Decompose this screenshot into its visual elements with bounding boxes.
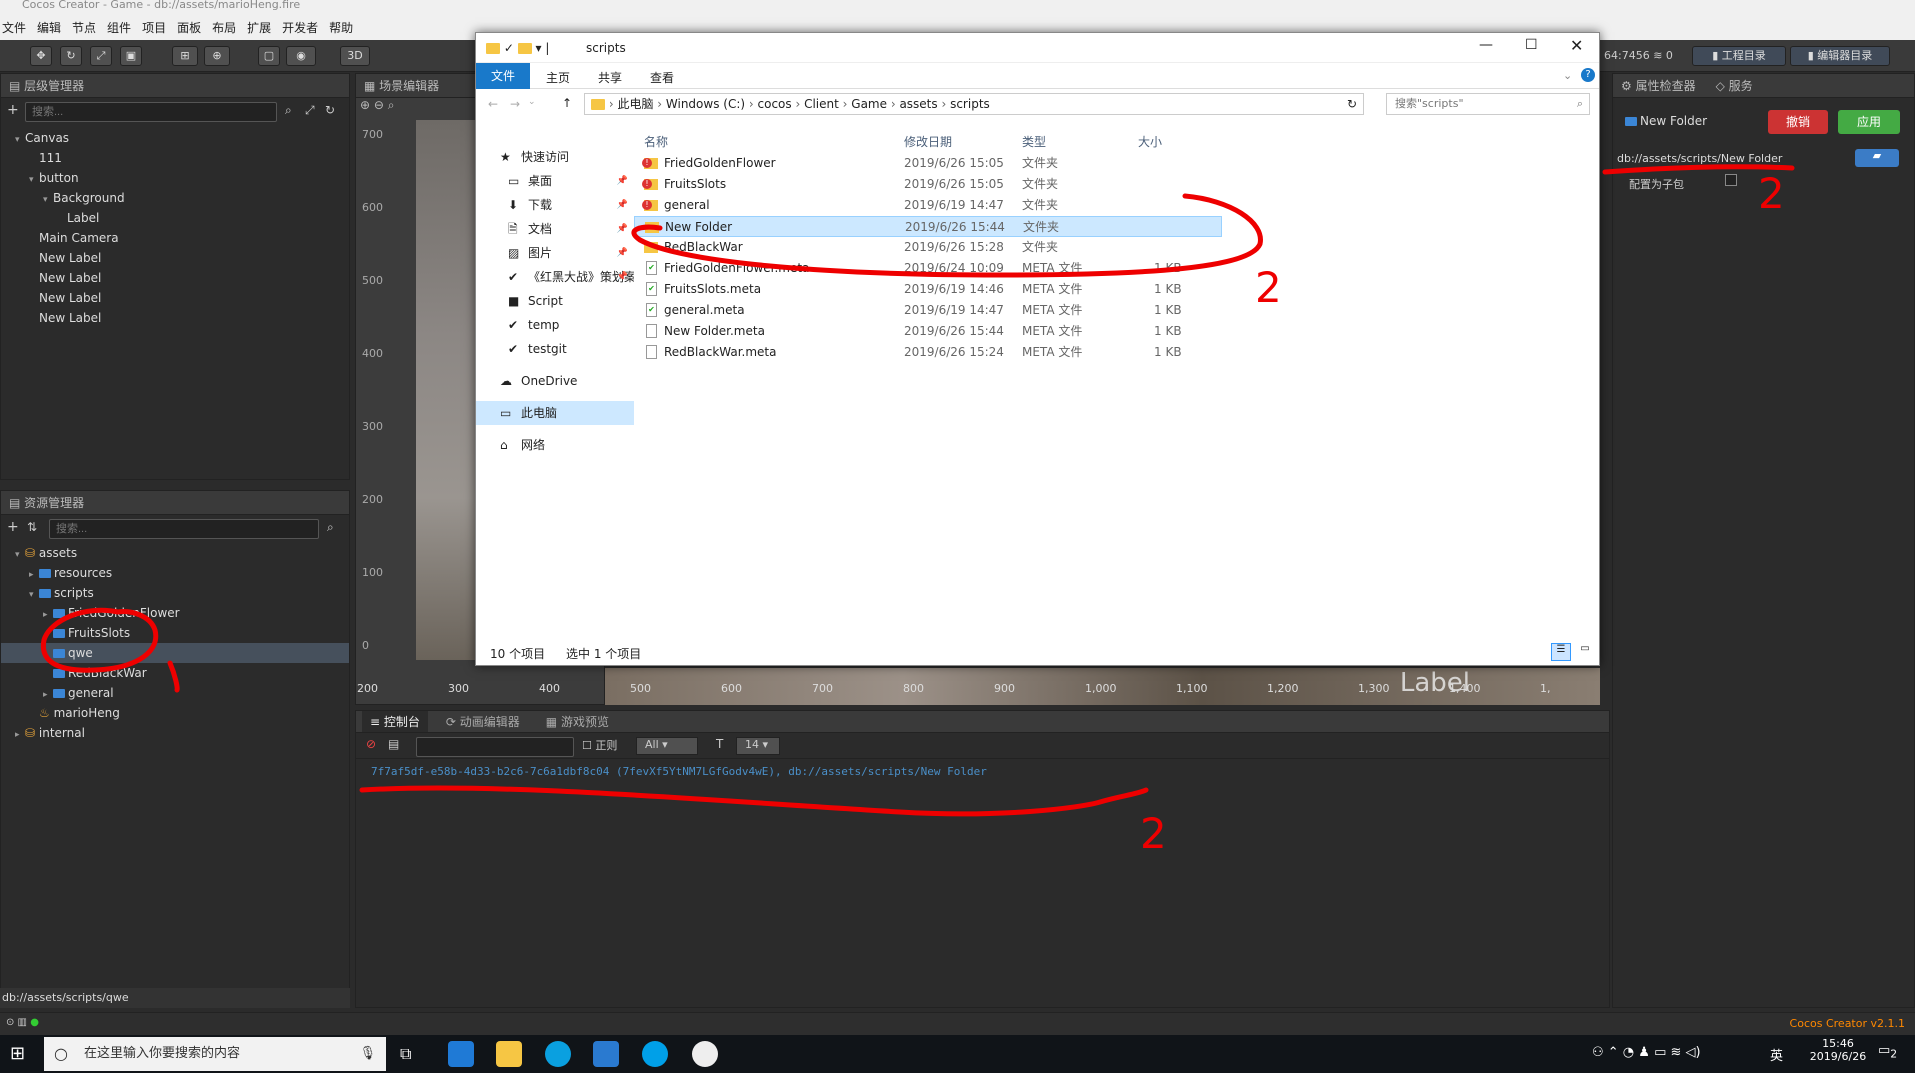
notifications-icon[interactable]: ▭2 <box>1878 1043 1897 1061</box>
task-view-icon[interactable]: ⧉ <box>400 1044 411 1064</box>
windows-taskbar: ⊞ ○ 在这里输入你要搜索的内容 🎙 ⧉ ⚇ ⌃ ◔ ♟ ▭ ≋ ◁) 英 15… <box>0 1035 1915 1073</box>
annotation-circle-explorer <box>631 193 1263 278</box>
clock-time: 15:46 <box>1822 1037 1854 1050</box>
edge-icon[interactable] <box>448 1041 474 1067</box>
annotation-underline-console <box>359 785 1149 817</box>
app-drop-icon[interactable] <box>692 1041 718 1067</box>
clock[interactable]: 15:46 2019/6/26 <box>1808 1037 1868 1063</box>
annotation-mark-2-explorer: 2 <box>1255 263 1282 312</box>
microphone-icon[interactable]: 🎙 <box>359 1037 376 1071</box>
windows-start-icon[interactable]: ⊞ <box>10 1043 25 1064</box>
notification-count: 2 <box>1890 1047 1898 1061</box>
red-annotations: 2 2 2 <box>40 164 1795 858</box>
annotation-stroke-1 <box>167 660 180 693</box>
annotation-circle-left <box>40 607 159 673</box>
vscode-icon[interactable] <box>593 1041 619 1067</box>
tray-icons[interactable]: ⚇ ⌃ ◔ ♟ ▭ ≋ ◁) <box>1592 1045 1701 1060</box>
annotation-mark-2-inspector: 2 <box>1758 169 1785 218</box>
file-explorer-icon[interactable] <box>496 1041 522 1067</box>
annotation-mark-2-console: 2 <box>1140 809 1167 858</box>
taskbar-search-placeholder: 在这里输入你要搜索的内容 <box>84 1046 241 1061</box>
ime-indicator[interactable]: 英 <box>1770 1045 1783 1064</box>
search-icon: ○ <box>54 1044 68 1063</box>
taskbar-search-box[interactable]: ○ 在这里输入你要搜索的内容 🎙 <box>44 1037 386 1071</box>
skype-icon[interactable] <box>642 1041 668 1067</box>
clock-date: 2019/6/26 <box>1809 1050 1867 1063</box>
qq-icon[interactable] <box>545 1041 571 1067</box>
